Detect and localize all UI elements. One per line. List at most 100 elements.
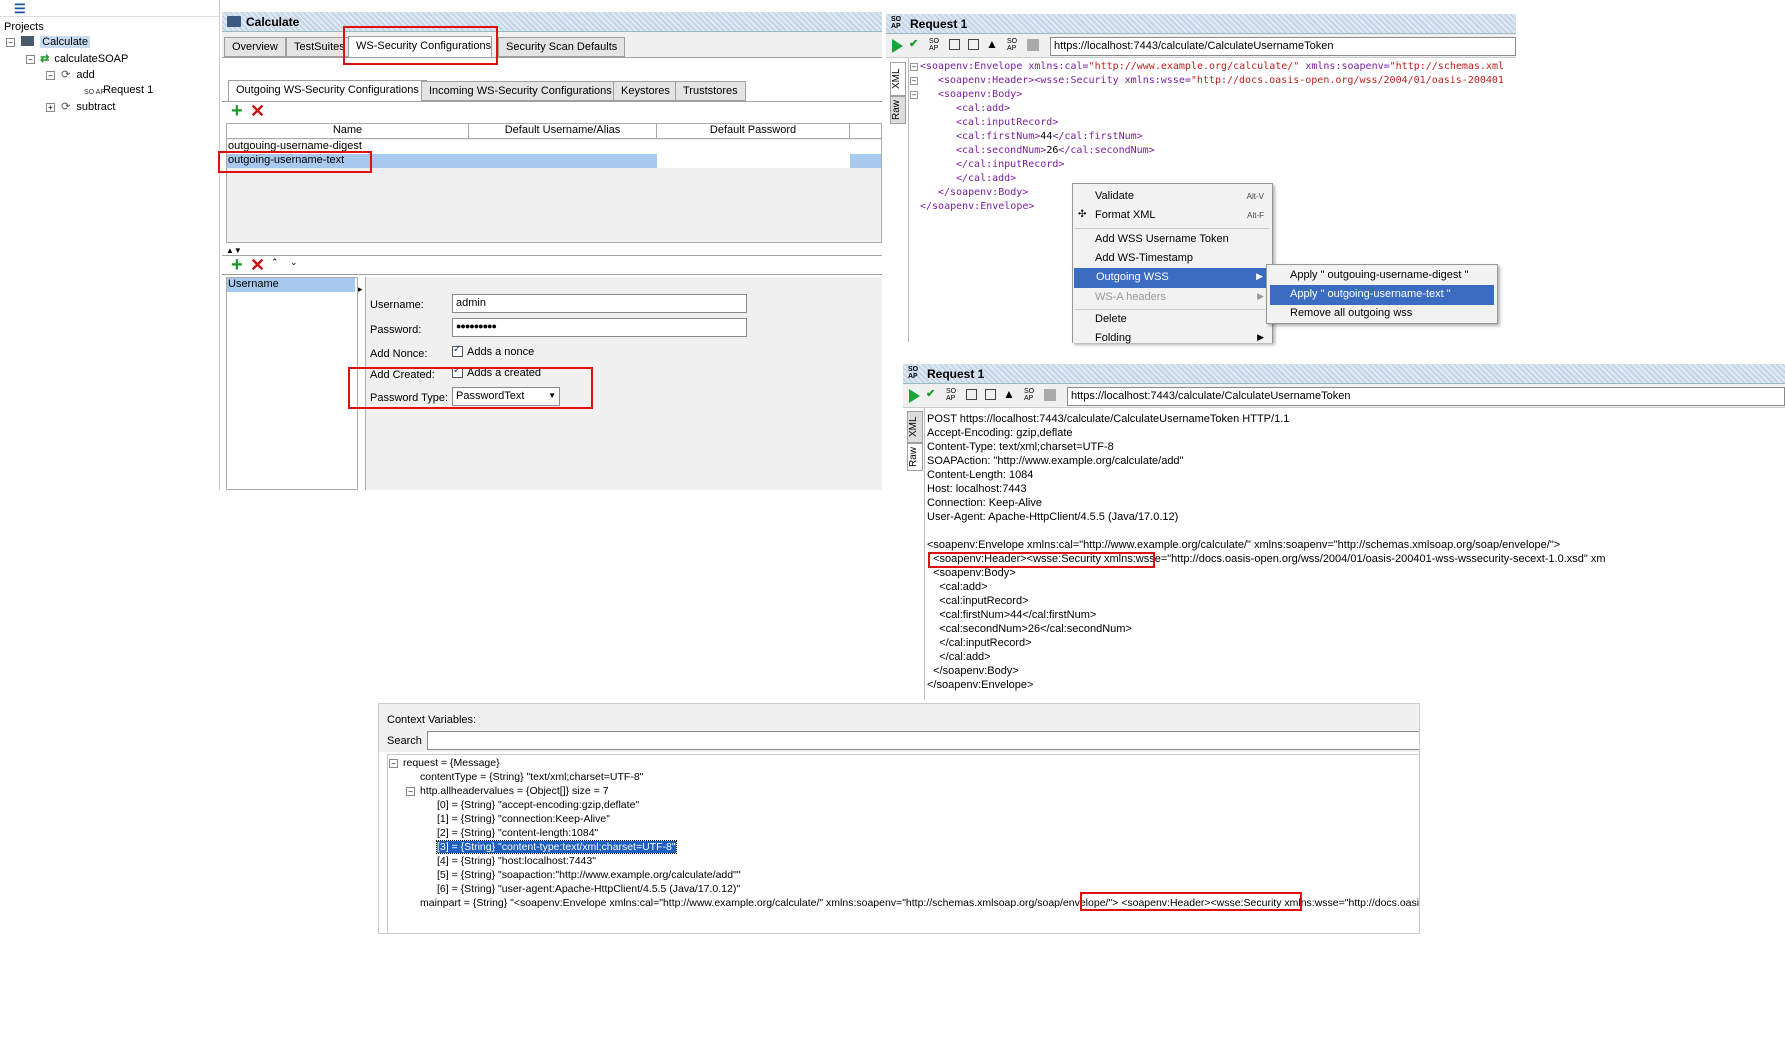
- add-entry-icon[interactable]: +: [231, 255, 243, 275]
- delete-icon[interactable]: ✕: [250, 102, 265, 120]
- nonce-checkbox[interactable]: Adds a nonce: [452, 344, 534, 358]
- delete-entry-icon[interactable]: ✕: [250, 256, 265, 274]
- menu-item-folding[interactable]: Folding ▶: [1073, 329, 1272, 349]
- submenu-apply-text[interactable]: Apply " outgoing-username-text ": [1270, 285, 1494, 305]
- collapse-icon[interactable]: −: [389, 759, 398, 768]
- soap-icon[interactable]: SO AP: [929, 38, 943, 52]
- folder-icon: [227, 16, 241, 27]
- dropdown-arrow-icon[interactable]: ▼: [548, 391, 556, 400]
- operation-label: subtract: [76, 101, 116, 113]
- add-icon[interactable]: +: [231, 101, 243, 121]
- tree-request[interactable]: SO AP Request 1: [84, 84, 153, 96]
- tab-xml[interactable]: XML: [907, 411, 923, 443]
- create-icon[interactable]: [949, 39, 960, 50]
- stop-icon[interactable]: [1027, 39, 1039, 51]
- created-checkbox[interactable]: Adds a created: [452, 367, 541, 379]
- username-label: Username:: [370, 299, 424, 311]
- soap-icon[interactable]: SO AP: [1024, 388, 1038, 402]
- xml-token: <soapenv:Header><wsse:Security: [938, 75, 1125, 86]
- tab-xml[interactable]: XML: [890, 62, 906, 96]
- tree-interface[interactable]: − ⇄ calculateSOAP: [26, 52, 128, 65]
- tree-node[interactable]: [2] = {String} "content-length:1084": [437, 827, 598, 839]
- raw-line: </soapenv:Body>: [927, 665, 1019, 677]
- user-icon[interactable]: ▲: [1003, 387, 1015, 401]
- expand-arrow-icon[interactable]: ▸: [358, 284, 363, 295]
- endpoint-url[interactable]: https://localhost:7443/calculate/Calcula…: [1067, 387, 1785, 406]
- subtab-truststores[interactable]: Truststores: [675, 81, 746, 101]
- validate-icon[interactable]: ✔: [926, 387, 935, 400]
- tree-node[interactable]: [4] = {String} "host:localhost:7443": [437, 855, 596, 867]
- user-icon[interactable]: ▲: [986, 37, 998, 51]
- table-row[interactable]: outgouing-username-digest: [227, 140, 881, 154]
- entry-username[interactable]: Username: [227, 278, 355, 292]
- raw-viewer[interactable]: POST https://localhost:7443/calculate/Ca…: [927, 413, 1785, 698]
- run-icon[interactable]: [909, 389, 920, 403]
- tree-node[interactable]: − request = {Message}: [389, 757, 500, 769]
- fold-icon[interactable]: −: [910, 63, 918, 71]
- window-icon[interactable]: [968, 39, 979, 50]
- collapse-icon[interactable]: −: [46, 71, 55, 80]
- move-down-icon[interactable]: ⌄: [290, 257, 298, 268]
- submenu-apply-digest[interactable]: Apply " outgouing-username-digest ": [1267, 266, 1497, 286]
- col-header-name[interactable]: Name: [227, 124, 469, 139]
- tab-ws-security[interactable]: WS-Security Configurations: [348, 36, 492, 58]
- create-icon[interactable]: [966, 389, 977, 400]
- checkbox-checked-icon[interactable]: [452, 344, 463, 357]
- tree-project[interactable]: − Calculate: [6, 36, 90, 48]
- tree-operation-add[interactable]: − ⟳ add: [46, 68, 95, 81]
- password-input[interactable]: ●●●●●●●●●: [452, 318, 747, 337]
- submenu-remove-all[interactable]: Remove all outgoing wss: [1267, 304, 1497, 324]
- xml-token: xmlns:wsse=: [1124, 75, 1191, 86]
- username-input[interactable]: admin: [452, 294, 747, 313]
- tab-testsuites[interactable]: TestSuites: [286, 37, 353, 57]
- tree-node[interactable]: [3] = {String} "content-type:text/xml;ch…: [436, 840, 677, 854]
- subtab-outgoing[interactable]: Outgoing WS-Security Configurations: [228, 80, 427, 102]
- validate-icon[interactable]: ✔: [909, 37, 918, 50]
- tab-overview[interactable]: Overview: [224, 37, 286, 57]
- fold-icon[interactable]: −: [910, 91, 918, 99]
- table-row-selected[interactable]: outgoing-username-text: [227, 154, 881, 168]
- collapse-icon[interactable]: −: [406, 787, 415, 796]
- fold-icon[interactable]: −: [910, 77, 918, 85]
- tree-node[interactable]: mainpart = {String} "<soapenv:Envelope x…: [420, 897, 1419, 909]
- tab-raw[interactable]: Raw: [907, 443, 923, 471]
- checkbox-checked-icon[interactable]: [452, 367, 463, 378]
- col-header-username[interactable]: Default Username/Alias: [469, 124, 657, 139]
- tree-node[interactable]: contentType = {String} "text/xml;charset…: [420, 771, 643, 783]
- tree-node-label: [4] = {String} "host:localhost:7443": [437, 855, 596, 867]
- menu-item-add-wss-username[interactable]: Add WSS Username Token: [1073, 230, 1272, 250]
- subtab-keystores[interactable]: Keystores: [613, 81, 678, 101]
- expand-icon[interactable]: +: [46, 103, 55, 112]
- soap-icon[interactable]: SO AP: [1007, 38, 1021, 52]
- tree-node[interactable]: [5] = {String} "soapaction:"http://www.e…: [437, 869, 741, 881]
- col-header-password[interactable]: Default Password: [657, 124, 850, 139]
- interface-label: calculateSOAP: [54, 53, 129, 65]
- subtab-incoming[interactable]: Incoming WS-Security Configurations: [421, 81, 620, 101]
- menu-item-outgoing-wss[interactable]: Outgoing WSS ▶: [1074, 268, 1271, 288]
- tree-operation-subtract[interactable]: + ⟳ subtract: [46, 100, 115, 113]
- list-icon[interactable]: ☰: [14, 1, 26, 17]
- tree-node[interactable]: [1] = {String} "connection:Keep-Alive": [437, 813, 610, 825]
- password-type-select[interactable]: PasswordText ▼: [452, 387, 560, 406]
- project-titlebar: Calculate: [222, 12, 882, 32]
- collapse-icon[interactable]: −: [6, 38, 15, 47]
- menu-item-validate[interactable]: Validate Alt-V: [1073, 187, 1272, 207]
- stop-icon[interactable]: [1044, 389, 1056, 401]
- tab-security-scan[interactable]: Security Scan Defaults: [498, 37, 626, 57]
- tree-node[interactable]: − http.allheadervalues = {Object[]} size …: [406, 785, 609, 797]
- tab-raw[interactable]: Raw: [890, 96, 906, 124]
- tree-node[interactable]: [0] = {String} "accept-encoding:gzip,def…: [437, 799, 639, 811]
- window-icon[interactable]: [985, 389, 996, 400]
- folder-icon: [21, 36, 35, 46]
- collapse-icon[interactable]: −: [26, 55, 35, 64]
- soap-icon[interactable]: SO AP: [946, 388, 960, 402]
- endpoint-url[interactable]: https://localhost:7443/calculate/Calcula…: [1050, 37, 1516, 56]
- menu-item-format-xml[interactable]: ✣ Format XML Alt-F: [1073, 206, 1272, 226]
- run-icon[interactable]: [892, 39, 903, 53]
- tree-node[interactable]: [6] = {String} "user-agent:Apache-HttpCl…: [437, 883, 740, 895]
- menu-item-delete[interactable]: Delete: [1073, 310, 1272, 330]
- move-up-icon[interactable]: ⌃: [271, 257, 279, 268]
- menu-item-add-ws-timestamp[interactable]: Add WS-Timestamp: [1073, 249, 1272, 269]
- search-input[interactable]: [427, 731, 1419, 750]
- menu-separator: [1075, 228, 1270, 229]
